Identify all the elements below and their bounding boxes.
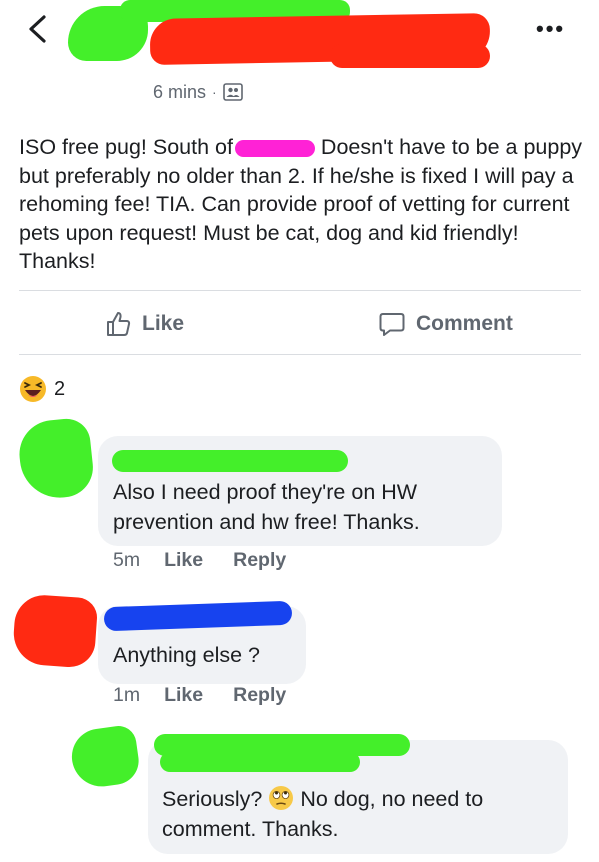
comment-1-time: 5m [113, 549, 141, 571]
redacted-location-scribble [233, 138, 315, 157]
haha-reaction-icon [20, 376, 46, 402]
commenter-3-avatar-scribble [68, 723, 142, 791]
comment-2-time: 1m [113, 684, 141, 706]
comment-1-like-button[interactable]: Like [164, 549, 203, 572]
divider-top [19, 290, 581, 291]
back-chevron-icon[interactable] [22, 12, 56, 46]
comment-1-reply-button[interactable]: Reply [233, 549, 286, 572]
post-text-part1: ISO free pug! South of [19, 135, 233, 159]
commenter-1-name-scribble [112, 450, 348, 472]
post-time: 6 mins [153, 81, 207, 102]
speech-bubble-icon [379, 313, 405, 336]
comment-3-text-part1: Seriously? [162, 787, 269, 811]
comment-label: Comment [416, 312, 513, 335]
comment-2-text: Anything else ? [113, 643, 261, 667]
comment-2-like-button[interactable]: Like [164, 684, 203, 707]
reaction-count: 2 [54, 377, 66, 400]
comment-3-text: Seriously? No dog, no need to comment. T… [162, 784, 562, 844]
redacted-name-scribble-red-2 [330, 44, 490, 68]
comment-2-reply-button[interactable]: Reply [233, 684, 286, 707]
comment-1-text: Also I need proof they're on HW preventi… [113, 480, 420, 534]
more-options-icon[interactable]: ••• [536, 18, 565, 40]
comment-1-actions: 5m Like Reply [113, 549, 316, 572]
post-meta: 6 mins · [153, 80, 243, 104]
reaction-summary[interactable]: 2 [18, 374, 65, 404]
comment-2-actions: 1m Like Reply [113, 684, 316, 707]
like-label: Like [142, 312, 185, 335]
post-text: ISO free pug! South of Doesn't have to b… [19, 133, 587, 276]
meta-separator: · [212, 84, 217, 100]
divider-bottom [19, 354, 581, 355]
eye-roll-emoji-icon [268, 785, 294, 811]
commenter-3-name-scribble-2 [160, 752, 360, 772]
comment-button[interactable]: Comment [378, 307, 513, 341]
group-audience-icon [222, 83, 243, 101]
commenter-1-avatar-scribble [16, 416, 96, 502]
commenter-2-avatar-scribble [11, 593, 99, 669]
thumbs-up-icon [107, 312, 131, 336]
like-button[interactable]: Like [104, 307, 184, 341]
